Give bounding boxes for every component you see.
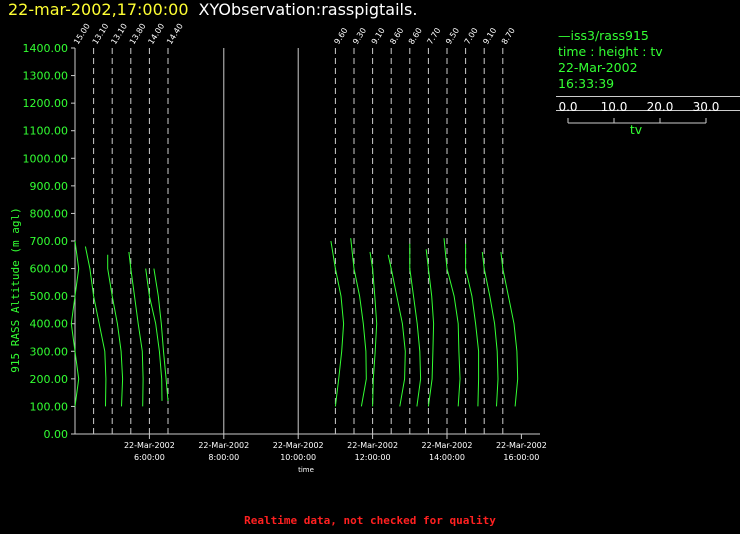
profile-label: 8.70: [500, 26, 517, 46]
legend-scale: 0.0 10.0 20.0 30.0 tv: [558, 100, 720, 137]
profile-label: 7.70: [425, 26, 442, 46]
legend-scale-tick-label: 30.0: [693, 100, 720, 114]
y-tick-label: 600.00: [30, 263, 69, 276]
x-tick-date: 22-Mar-2002: [198, 441, 249, 450]
x-tick-date: 22-Mar-2002: [496, 441, 547, 450]
legend-scale-label: tv: [630, 122, 643, 137]
y-axis-label: 915 RASS Altitude (m agl): [9, 207, 22, 373]
y-tick-label: 500.00: [30, 290, 69, 303]
profile-line: [330, 240, 345, 407]
profile-label: 15.00: [72, 22, 92, 46]
y-tick-label: 200.00: [30, 373, 69, 386]
profile-label: 8.60: [407, 26, 424, 46]
profile-label: 9.10: [370, 26, 387, 46]
profile-label: 8.60: [388, 26, 405, 46]
quality-warning: Realtime data, not checked for quality: [244, 514, 496, 527]
x-tick-time: 6:00:00: [134, 453, 165, 462]
y-tick-label: 900.00: [30, 180, 69, 193]
legend-series: —iss3/rass915: [556, 28, 740, 44]
profile-line: [425, 249, 435, 407]
y-tick-label: 800.00: [30, 207, 69, 220]
x-tick-time: 10:00:00: [280, 453, 316, 462]
legend-series-label: iss3/rass915: [570, 28, 649, 43]
profile-line: [84, 246, 107, 407]
x-tick-date: 22-Mar-2002: [273, 441, 324, 450]
profile-line: [153, 268, 169, 401]
x-tick-time: 8:00:00: [208, 453, 239, 462]
legend-desc: time : height : tv: [558, 44, 663, 59]
profile-line: [500, 251, 519, 407]
profile-label: 14.40: [165, 22, 185, 46]
profile-line: [465, 243, 480, 407]
profile-line: [443, 238, 461, 407]
profile-label: 13.80: [128, 22, 148, 46]
legend-date: 22-Mar-2002: [558, 60, 638, 75]
y-tick-label: 1200.00: [23, 97, 69, 110]
y-tick-label: 1300.00: [23, 70, 69, 83]
x-tick-date: 22-Mar-2002: [422, 441, 473, 450]
x-tick-date: 22-Mar-2002: [124, 441, 175, 450]
x-tick-date: 22-Mar-2002: [347, 441, 398, 450]
y-tick-label: 100.00: [30, 400, 69, 413]
legend-scale-tick-label: 20.0: [647, 100, 674, 114]
y-tick-label: 0.00: [44, 428, 69, 441]
profile-line: [107, 254, 124, 407]
legend-scale-tick-label: 0.0: [558, 100, 577, 114]
y-tick-label: 1400.00: [23, 42, 69, 55]
y-tick-label: 1100.00: [23, 125, 69, 138]
profile-label: 13.10: [91, 22, 111, 46]
profile-line: [369, 251, 378, 407]
profile-label: 9.30: [351, 26, 368, 46]
legend-panel: —iss3/rass915 time : height : tv 22-Mar-…: [556, 28, 740, 137]
legend-scale-tick-label: 10.0: [601, 100, 628, 114]
x-tick-time: 16:00:00: [503, 453, 539, 462]
profile-label: 9.50: [444, 26, 461, 46]
y-tick-label: 700.00: [30, 235, 69, 248]
profile-label: 14.00: [146, 22, 166, 46]
y-tick-label: 1000.00: [23, 152, 69, 165]
x-tick-time: 12:00:00: [355, 453, 391, 462]
profile-line: [145, 268, 163, 401]
legend-time: 16:33:39: [558, 76, 615, 91]
profile-line: [350, 238, 367, 407]
profile-label: 9.10: [481, 26, 498, 46]
profile-line: [409, 243, 422, 407]
y-tick-label: 400.00: [30, 318, 69, 331]
y-tick-label: 300.00: [30, 345, 69, 358]
legend-line-swatch: —: [558, 28, 571, 43]
profile-label: 7.00: [463, 26, 480, 46]
profile-label: 9.60: [332, 26, 349, 46]
x-tick-time: 14:00:00: [429, 453, 465, 462]
profile-label: 13.10: [109, 22, 129, 46]
x-axis-label: time: [298, 466, 314, 474]
